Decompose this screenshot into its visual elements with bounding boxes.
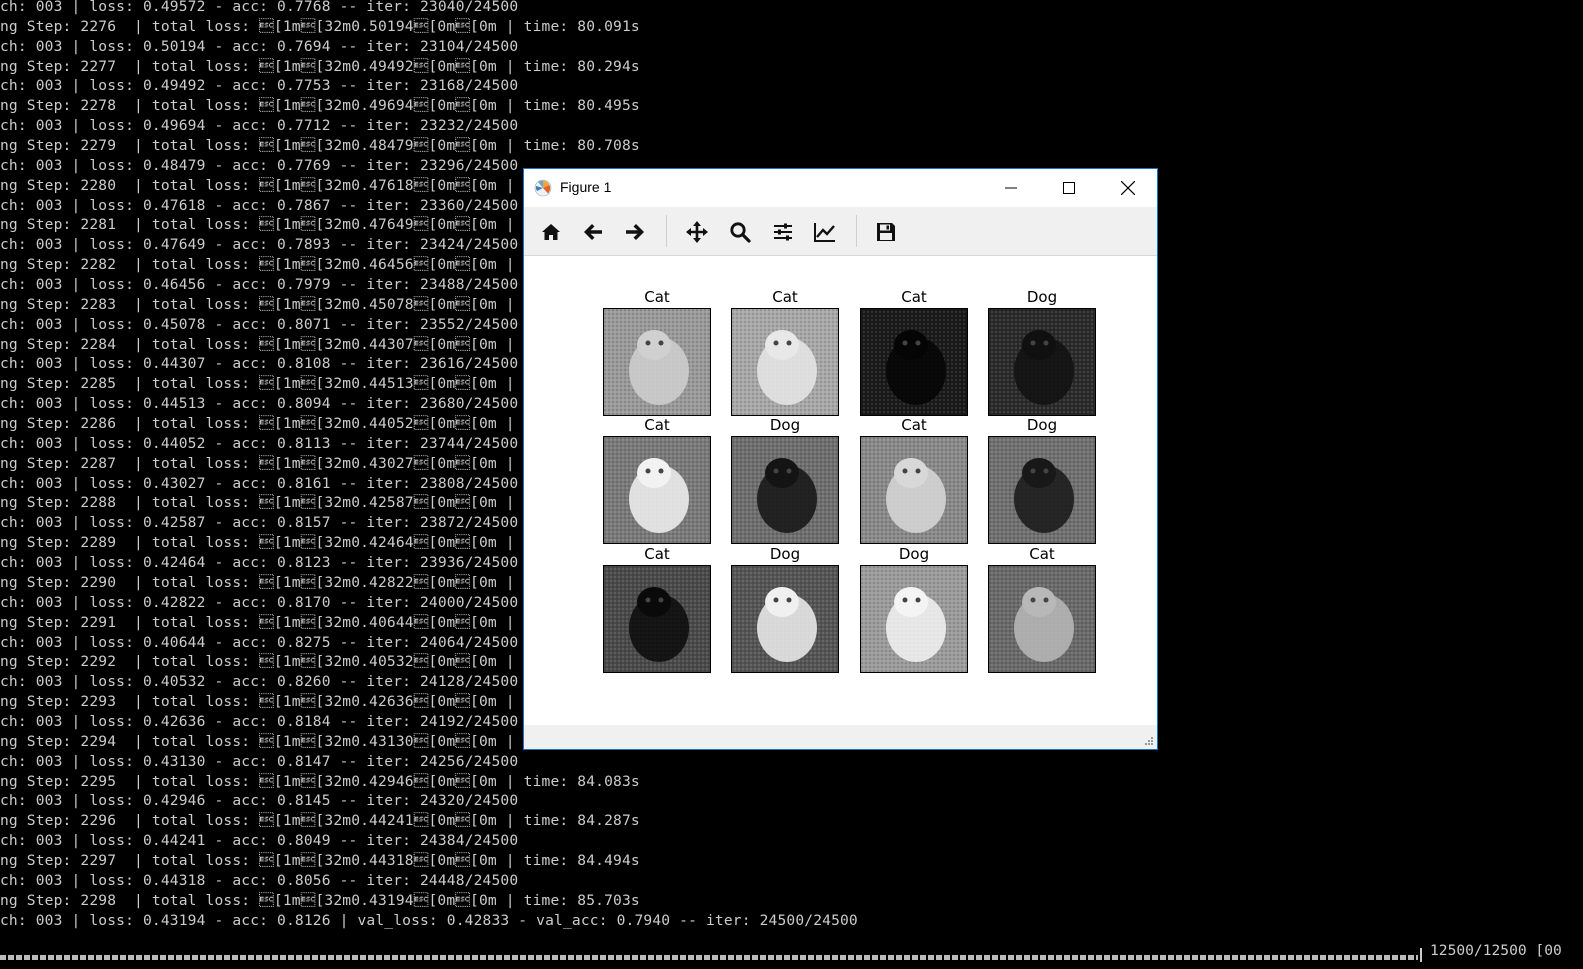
terminal-line: ch: 003 | loss: 0.49492 - acc: 0.7753 --…	[0, 77, 519, 95]
edit-axes-button[interactable]	[810, 217, 840, 247]
terminal-line: ng Step: 2297 | total loss: [1m[32m0.4…	[0, 851, 640, 869]
pet-photo	[988, 565, 1096, 673]
image-label: Cat	[644, 545, 670, 563]
pet-photo	[860, 436, 968, 544]
image-label: Cat	[772, 288, 798, 306]
pet-photo	[731, 436, 839, 544]
close-button[interactable]	[1105, 169, 1151, 207]
image-label: Cat	[644, 416, 670, 434]
pet-photo	[731, 565, 839, 673]
progress-separator	[1420, 948, 1422, 962]
pet-photo	[988, 436, 1096, 544]
pet-photo	[731, 308, 839, 416]
terminal-line: ch: 003 | loss: 0.50194 - acc: 0.7694 --…	[0, 37, 519, 55]
image-label: Cat	[1029, 545, 1055, 563]
figure-canvas[interactable]: Cat Cat Cat Dog Cat Dog Cat Dog Cat Dog Dog Cat	[524, 256, 1157, 726]
toolbar-separator	[666, 215, 667, 247]
terminal-line: ch: 003 | loss: 0.43194 - acc: 0.8126 | …	[0, 911, 858, 929]
pet-photo	[860, 565, 968, 673]
terminal-line: ng Step: 2278 | total loss: [1m[32m0.4…	[0, 97, 640, 115]
back-button[interactable]	[578, 217, 608, 247]
terminal-line: ch: 003 | loss: 0.43130 - acc: 0.8147 --…	[0, 752, 519, 770]
pet-photo	[860, 308, 968, 416]
terminal-line: ng Step: 2276 | total loss: [1m[32m0.5…	[0, 17, 640, 35]
pet-photo	[603, 565, 711, 673]
title-bar[interactable]: Figure 1	[524, 169, 1157, 207]
status-bar	[524, 725, 1157, 749]
image-label: Dog	[769, 416, 801, 434]
terminal-line: ch: 003 | loss: 0.44241 - acc: 0.8049 --…	[0, 832, 519, 850]
pet-photo	[603, 308, 711, 416]
pet-photo	[988, 308, 1096, 416]
terminal-line: ch: 003 | loss: 0.42946 - acc: 0.8145 --…	[0, 792, 519, 810]
minimize-icon	[1005, 187, 1017, 189]
home-button[interactable]	[536, 217, 566, 247]
close-icon	[1121, 181, 1135, 195]
figure-window[interactable]: Figure 1 Cat Cat Cat Dog Cat Dog Cat Dog…	[523, 168, 1158, 750]
image-label: Dog	[898, 545, 930, 563]
minimize-button[interactable]	[988, 169, 1034, 207]
image-label: Cat	[901, 416, 927, 434]
sliders-icon	[774, 223, 792, 241]
image-label: Cat	[901, 288, 927, 306]
terminal-line: ch: 003 | loss: 0.44318 - acc: 0.8056 --…	[0, 871, 519, 889]
save-button[interactable]	[871, 217, 901, 247]
arrow-left-icon	[584, 224, 602, 240]
maximize-button[interactable]	[1046, 169, 1092, 207]
terminal-line: ng Step: 2277 | total loss: [1m[32m0.4…	[0, 57, 640, 75]
progress-text: 12500/12500 [00	[1430, 942, 1562, 959]
toolbar-separator	[856, 215, 857, 247]
progress-bar	[0, 955, 1418, 960]
arrow-right-icon	[626, 224, 644, 240]
resize-grip-icon[interactable]	[1144, 736, 1154, 746]
maximize-icon	[1063, 182, 1075, 194]
terminal-line: ng Step: 2298 | total loss: [1m[32m0.4…	[0, 891, 640, 909]
search-icon	[730, 222, 751, 243]
terminal-line: ng Step: 2296 | total loss: [1m[32m0.4…	[0, 812, 640, 830]
window-title: Figure 1	[560, 179, 612, 195]
pet-photo	[603, 436, 711, 544]
zoom-button[interactable]	[725, 217, 755, 247]
terminal-line: ch: 003 | loss: 0.49572 - acc: 0.7768 --…	[0, 0, 519, 15]
terminal-line: ch: 003 | loss: 0.49694 - acc: 0.7712 --…	[0, 117, 519, 135]
image-label: Cat	[644, 288, 670, 306]
terminal-line: ng Step: 2295 | total loss: [1m[32m0.4…	[0, 772, 640, 790]
toolbar	[524, 207, 1157, 256]
image-label: Dog	[769, 545, 801, 563]
save-icon	[877, 223, 895, 241]
matplotlib-icon	[534, 179, 552, 197]
chart-line-icon	[814, 223, 835, 242]
terminal-line: ng Step: 2279 | total loss: [1m[32m0.4…	[0, 137, 640, 155]
pan-button[interactable]	[682, 217, 712, 247]
move-icon	[686, 221, 708, 243]
subplots-button[interactable]	[768, 217, 798, 247]
image-label: Dog	[1026, 416, 1058, 434]
image-label: Dog	[1026, 288, 1058, 306]
home-icon	[542, 224, 560, 240]
forward-button[interactable]	[620, 217, 650, 247]
